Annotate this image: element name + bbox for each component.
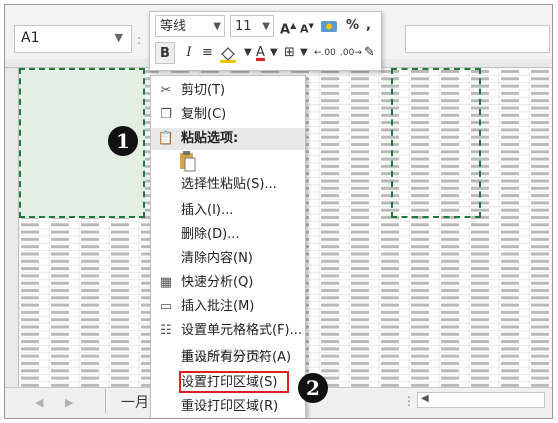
format-cells-icon: ☷ [160,323,172,338]
menu-item-label: 重设打印区域(R) [181,399,279,414]
fill-color-icon[interactable] [218,44,242,66]
menu-item-insert-comment[interactable]: ▭ 插入批注(M) [151,296,305,318]
menu-item-label: 粘贴选项: [181,131,239,146]
excel-window: A1 ▼ : ◀ ▶ 一月 ⋮ ◀ 等线 ▼ 11 ▼ A▲ A▼ % , B … [4,4,553,419]
chevron-down-icon[interactable]: ▼ [244,42,252,64]
quick-analysis-icon: ▦ [159,275,173,290]
name-box-value: A1 [21,30,40,46]
copy-selection-marquee-right [391,68,481,218]
italic-button[interactable]: I [180,42,198,64]
menu-item-quick-analysis[interactable]: ▦ 快速分析(Q) [151,272,305,294]
menu-item-label: 插入批注(M) [181,299,255,314]
step-callout-1: 1 [108,126,138,156]
paste-option-icon[interactable] [179,150,197,172]
comment-icon: ▭ [159,299,173,314]
highlight-box [179,371,289,393]
format-painter-icon[interactable]: ✎ [364,42,375,64]
menu-item-label: 选择性粘贴(S)... [181,177,277,192]
chevron-down-icon[interactable]: ▼ [115,31,123,44]
menu-item-label: 快速分析(Q) [181,275,254,290]
name-box[interactable]: A1 ▼ [14,25,132,53]
menu-item-label: 设置单元格格式(F)... [181,323,303,338]
paste-icon: 📋 [157,131,175,146]
increase-decimal-icon[interactable]: ←.00 [314,42,336,64]
menu-item-paste-special[interactable]: 选择性粘贴(S)... [151,174,305,196]
font-color-icon[interactable]: A [256,42,265,64]
bold-button[interactable]: B [155,42,175,64]
menu-item-label: 插入(I)... [181,203,234,218]
menu-item-cut[interactable]: ✂ 剪切(T) [151,80,305,102]
next-sheet-icon[interactable]: ▶ [65,396,73,409]
formula-bar-separator: : [137,33,142,47]
row-header-bar[interactable] [5,68,19,387]
menu-item-clear-contents[interactable]: 清除内容(N) [151,248,305,270]
scroll-left-icon[interactable]: ◀ [421,393,429,404]
font-name-value: 等线 [160,19,187,34]
font-size-select[interactable]: 11 ▼ [230,15,274,37]
menu-item-label: 重设所有分页符(A) [181,350,292,365]
menu-item-insert[interactable]: 插入(I)... [151,200,305,222]
menu-item-label: 复制(C) [181,107,227,122]
align-center-icon[interactable]: ≡ [202,42,213,64]
menu-item-format-cells[interactable]: ☷ 设置单元格格式(F)... [151,320,305,342]
context-menu: ✂ 剪切(T) ❐ 复制(C) 📋 粘贴选项: 选择性粘贴(S)... 插入(I… [150,75,306,418]
accounting-format-icon[interactable] [320,17,340,39]
percent-style-button[interactable]: % [346,15,359,37]
font-size-value: 11 [235,19,252,34]
decrease-font-size-icon[interactable]: A▼ [300,15,314,37]
scissors-icon: ✂ [160,83,172,98]
menu-item-paste-options: 📋 粘贴选项: [151,128,305,150]
mini-toolbar: 等线 ▼ 11 ▼ A▲ A▼ % , B I ≡ ▼ A ▼ ⊞ ▼ ←.00… [149,11,382,71]
font-name-select[interactable]: 等线 ▼ [155,15,225,37]
chevron-down-icon[interactable]: ▼ [300,42,308,64]
menu-item-label: 剪切(T) [181,83,226,98]
copy-icon: ❐ [160,107,172,122]
menu-item-clear-print-area[interactable]: 重设打印区域(R) [151,396,305,418]
menu-item-copy[interactable]: ❐ 复制(C) [151,104,305,126]
step-callout-2: 2 [298,373,328,403]
decrease-decimal-icon[interactable]: .00→ [340,42,362,64]
chevron-down-icon[interactable]: ▼ [262,16,270,38]
formula-input[interactable] [405,25,550,53]
comma-style-button[interactable]: , [366,15,371,37]
previous-sheet-icon[interactable]: ◀ [35,396,43,409]
increase-font-size-icon[interactable]: A▲ [280,15,296,37]
horizontal-scrollbar[interactable]: ◀ [417,392,545,408]
chevron-down-icon[interactable]: ▼ [213,16,221,38]
chevron-down-icon[interactable]: ▼ [270,42,278,64]
borders-icon[interactable]: ⊞ [284,42,295,64]
menu-item-label: 清除内容(N) [181,251,253,266]
sheet-tab-january[interactable]: 一月 [105,389,151,413]
menu-item-reset-all-page-breaks[interactable]: 重设所有分页符(A) [151,347,305,369]
menu-item-label: 删除(D)... [181,227,240,242]
tab-split-handle[interactable]: ⋮ [403,394,415,408]
menu-item-delete[interactable]: 删除(D)... [151,224,305,246]
